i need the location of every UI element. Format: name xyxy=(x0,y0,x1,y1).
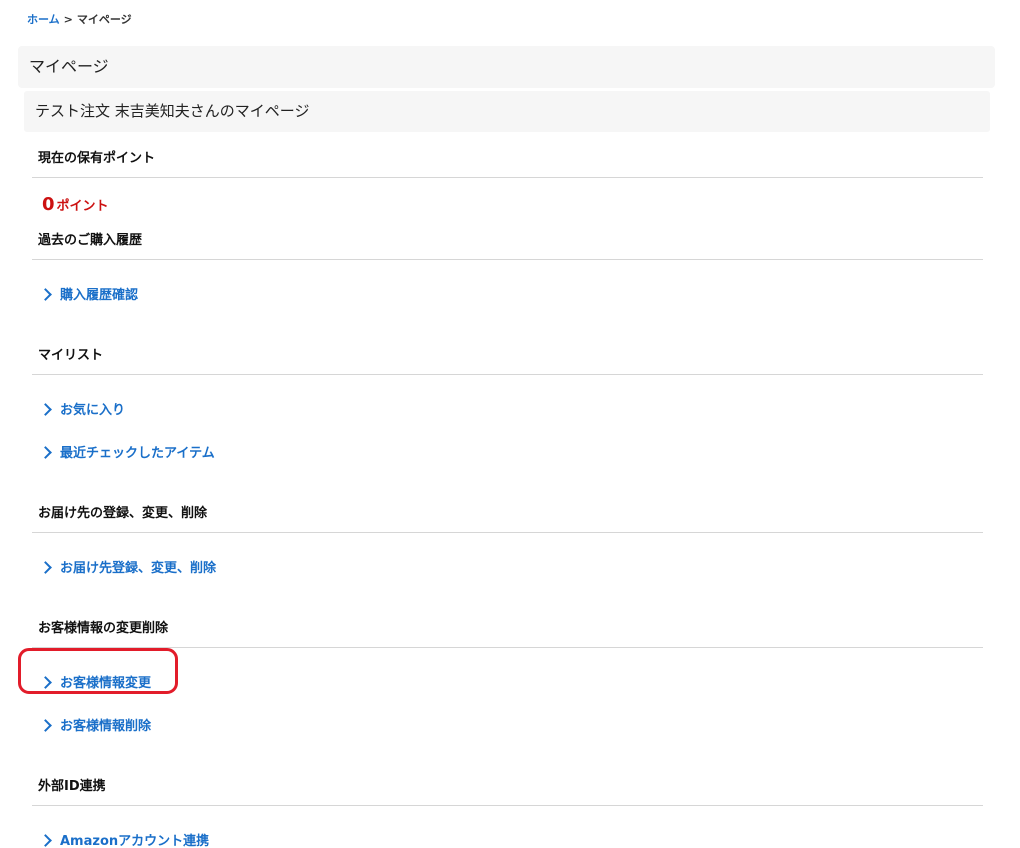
chevron-right-icon xyxy=(39,287,52,301)
recently-viewed-link[interactable]: 最近チェックしたアイテム xyxy=(32,430,983,473)
history-section: 過去のご購入履歴 購入履歴確認 xyxy=(32,222,983,337)
chevron-right-icon xyxy=(39,675,52,689)
favorites-link-label: お気に入り xyxy=(60,403,126,418)
points-section-title: 現在の保有ポイント xyxy=(32,140,983,178)
address-manage-link[interactable]: お届け先登録、変更、削除 xyxy=(32,545,983,588)
greeting-text: テスト注文 末吉美知夫さんのマイページ xyxy=(35,102,310,120)
customer-info-delete-link-label: お客様情報削除 xyxy=(60,719,152,734)
greeting-bar: テスト注文 末吉美知夫さんのマイページ xyxy=(24,91,990,132)
customer-section: お客様情報の変更削除 お客様情報変更 お客様情報削除 xyxy=(32,610,983,768)
purchase-history-link[interactable]: 購入履歴確認 xyxy=(32,272,983,315)
points-section: 現在の保有ポイント 0 ポイント xyxy=(32,140,983,222)
mypage: ホーム > マイページ マイページ テスト注文 末吉美知夫さんのマイページ 現在の保… xyxy=(0,0,1020,848)
recently-viewed-link-label: 最近チェックしたアイテム xyxy=(60,446,215,461)
breadcrumb-separator: > xyxy=(63,13,73,26)
external-id-section: 外部ID連携 Amazonアカウント連携 xyxy=(32,768,983,848)
mypage-content: 現在の保有ポイント 0 ポイント 過去のご購入履歴 購入履歴確認 マイリスト お気… xyxy=(32,140,983,848)
chevron-right-icon xyxy=(39,402,52,416)
breadcrumb-home-link[interactable]: ホーム xyxy=(27,13,60,26)
address-section-title: お届け先の登録、変更、削除 xyxy=(32,495,983,533)
mylist-section: マイリスト お気に入り 最近チェックしたアイテム xyxy=(32,337,983,495)
chevron-right-icon xyxy=(39,560,52,574)
points-display: 0 ポイント xyxy=(32,178,983,222)
customer-info-edit-link[interactable]: お客様情報変更 xyxy=(32,660,983,703)
chevron-right-icon xyxy=(39,445,52,459)
points-value: 0 xyxy=(42,194,55,215)
page-title: マイページ xyxy=(29,57,109,76)
chevron-right-icon xyxy=(39,718,52,732)
points-unit: ポイント xyxy=(56,199,109,214)
mylist-section-title: マイリスト xyxy=(32,337,983,375)
mylist-links: お気に入り 最近チェックしたアイテム xyxy=(32,375,983,495)
chevron-right-icon xyxy=(39,833,52,847)
external-id-section-title: 外部ID連携 xyxy=(32,768,983,806)
external-id-links: Amazonアカウント連携 xyxy=(32,806,983,848)
amazon-account-link-label: Amazonアカウント連携 xyxy=(60,834,210,848)
history-section-title: 過去のご購入履歴 xyxy=(32,222,983,260)
address-section: お届け先の登録、変更、削除 お届け先登録、変更、削除 xyxy=(32,495,983,610)
amazon-account-link[interactable]: Amazonアカウント連携 xyxy=(32,818,983,848)
page-title-bar: マイページ xyxy=(18,46,995,88)
customer-section-title: お客様情報の変更削除 xyxy=(32,610,983,648)
breadcrumb-current: マイページ xyxy=(76,13,132,26)
customer-links: お客様情報変更 お客様情報削除 xyxy=(32,648,983,768)
customer-info-delete-link[interactable]: お客様情報削除 xyxy=(32,703,983,746)
history-links: 購入履歴確認 xyxy=(32,260,983,337)
purchase-history-link-label: 購入履歴確認 xyxy=(60,288,139,303)
address-manage-link-label: お届け先登録、変更、削除 xyxy=(60,561,217,576)
favorites-link[interactable]: お気に入り xyxy=(32,387,983,430)
customer-info-edit-link-label: お客様情報変更 xyxy=(60,676,152,691)
address-links: お届け先登録、変更、削除 xyxy=(32,533,983,610)
breadcrumb: ホーム > マイページ xyxy=(27,12,132,28)
